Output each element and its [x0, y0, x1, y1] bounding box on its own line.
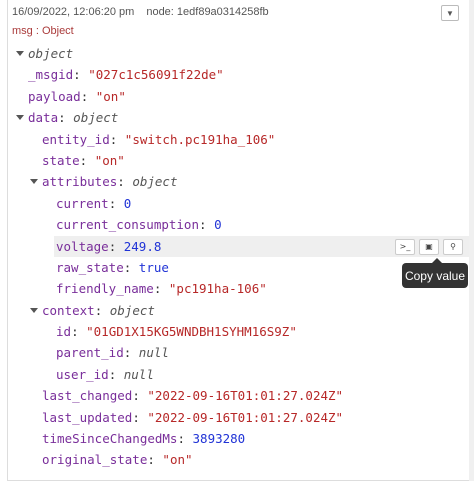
type-data: object	[73, 110, 119, 126]
message-topic: msg : Object	[12, 25, 74, 37]
value-context-id: "01GD1X15KG5WNDBH1SYHM16S9Z"	[86, 324, 297, 340]
tree-row-last-changed[interactable]: last_changed: "2022-09-16T01:01:27.024Z"	[8, 385, 469, 406]
value-parent-id: null	[138, 345, 169, 361]
pin-button[interactable]: ⚲	[443, 238, 463, 255]
value-payload: "on"	[95, 88, 126, 104]
key-state: state	[42, 152, 80, 168]
expand-arrow-icon[interactable]	[30, 179, 38, 185]
value-voltage: 249.8	[123, 238, 162, 254]
tree-row-context-id[interactable]: id: "01GD1X15KG5WNDBH1SYHM16S9Z"	[8, 321, 469, 342]
key-last-changed: last_changed	[42, 388, 133, 404]
debug-message-panel: 16/09/2022, 12:06:20 pm node: 1edf89a0314…	[7, 0, 470, 481]
type-context: object	[109, 302, 155, 318]
tree-row-user-id[interactable]: user_id: null	[8, 364, 469, 385]
expand-arrow-icon[interactable]	[30, 307, 38, 313]
key-raw-state: raw_state	[56, 259, 124, 275]
tree-row-payload[interactable]: payload: "on"	[8, 86, 469, 107]
value-last-updated: "2022-09-16T01:01:27.024Z"	[147, 409, 344, 425]
key-context: context	[42, 302, 95, 318]
root-type: object	[28, 46, 74, 61]
scrollbar-track[interactable]	[469, 0, 474, 481]
tree-row-voltage[interactable]: voltage: 249.8 >_ ▣ ⚲	[54, 235, 469, 257]
value-user-id: null	[123, 366, 154, 382]
key-friendly-name: friendly_name	[56, 281, 154, 297]
copy-value-button[interactable]: ▣	[419, 238, 439, 255]
tree-row-current[interactable]: current: 0	[8, 193, 469, 214]
tree-row-friendly-name[interactable]: friendly_name: "pc191ha-106"	[8, 278, 469, 299]
tree-row-data[interactable]: data: object	[8, 107, 469, 128]
message-timestamp: 16/09/2022, 12:06:20 pm	[12, 6, 135, 18]
value-entity-id: "switch.pc191ha_106"	[124, 131, 276, 147]
copy-path-button[interactable]: >_	[395, 238, 415, 255]
pin-icon: ⚲	[450, 241, 456, 251]
value-raw-state: true	[138, 259, 169, 275]
tree-row-current-consumption[interactable]: current_consumption: 0	[8, 214, 469, 235]
key-user-id: user_id	[56, 366, 109, 382]
key-parent-id: parent_id	[56, 345, 124, 361]
tree-row-root[interactable]: object	[8, 43, 469, 64]
row-tools: >_ ▣ ⚲	[395, 238, 463, 255]
value-state: "on"	[94, 152, 125, 168]
key-voltage: voltage	[56, 238, 109, 254]
tree-row-context[interactable]: context: object	[8, 300, 469, 321]
expand-arrow-icon[interactable]	[16, 51, 24, 56]
tree-row-last-updated[interactable]: last_updated: "2022-09-16T01:01:27.024Z"	[8, 407, 469, 428]
message-node-id[interactable]: node: 1edf89a0314258fb	[146, 6, 268, 18]
tree-row-msgid[interactable]: _msgid: "027c1c56091f22de"	[8, 64, 469, 85]
key-entity-id: entity_id	[42, 131, 110, 147]
value-original-state: "on"	[162, 452, 193, 468]
tree-row-attributes[interactable]: attributes: object	[8, 171, 469, 192]
copy-value-tooltip: Copy value	[402, 258, 468, 288]
expand-arrow-icon[interactable]	[16, 115, 24, 121]
key-payload: payload	[28, 88, 81, 104]
key-time-since-changed: timeSinceChangedMs	[42, 431, 178, 447]
value-current: 0	[123, 195, 132, 211]
value-time-since-changed: 3893280	[192, 431, 246, 447]
tree-row-parent-id[interactable]: parent_id: null	[8, 342, 469, 363]
value-friendly-name: "pc191ha-106"	[168, 281, 267, 297]
key-current-consumption: current_consumption	[56, 217, 199, 233]
tree-row-time-since-changed[interactable]: timeSinceChangedMs: 3893280	[8, 428, 469, 449]
key-attributes: attributes	[42, 174, 118, 190]
tree-row-raw-state[interactable]: raw_state: true	[8, 257, 469, 278]
clipboard-icon: ▣	[425, 241, 433, 251]
terminal-icon: >_	[399, 241, 411, 251]
message-menu-button[interactable]: ▼	[441, 5, 459, 21]
key-original-state: original_state	[42, 452, 148, 468]
json-tree: object _msgid: "027c1c56091f22de" payloa…	[8, 43, 469, 471]
value-msgid: "027c1c56091f22de"	[88, 67, 224, 83]
tree-row-entity-id[interactable]: entity_id: "switch.pc191ha_106"	[8, 129, 469, 150]
key-msgid: _msgid	[28, 67, 74, 83]
key-current: current	[56, 195, 109, 211]
key-last-updated: last_updated	[42, 409, 133, 425]
key-context-id: id	[56, 324, 72, 340]
value-last-changed: "2022-09-16T01:01:27.024Z"	[147, 388, 344, 404]
value-current-consumption: 0	[214, 217, 222, 233]
message-meta: 16/09/2022, 12:06:20 pm node: 1edf89a0314…	[12, 6, 269, 18]
caret-down-icon: ▼	[446, 8, 454, 18]
tree-row-state[interactable]: state: "on"	[8, 150, 469, 171]
key-data: data	[28, 110, 59, 126]
tree-row-original-state[interactable]: original_state: "on"	[8, 449, 469, 470]
type-attributes: object	[132, 174, 178, 190]
